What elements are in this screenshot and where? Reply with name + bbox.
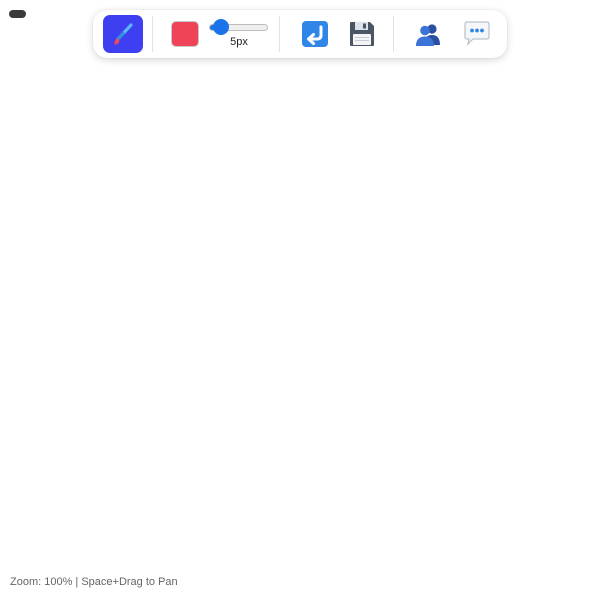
undo-button[interactable] [300,19,330,49]
users-button[interactable] [413,19,443,49]
toolbar-divider [152,16,153,52]
brush-icon [114,23,133,45]
brush-tool-button[interactable] [103,15,143,53]
users-icon [416,24,440,46]
speech-bubble-icon [464,21,490,46]
color-picker-swatch[interactable] [171,21,199,47]
toolbar: 5px [93,10,507,58]
drawing-canvas[interactable] [0,0,600,600]
undo-arrow-icon [302,21,328,47]
status-text: Zoom: 100% | Space+Drag to Pan [10,576,178,588]
save-button[interactable] [347,19,377,49]
toolbar-divider [279,16,280,52]
chat-button[interactable] [462,19,492,49]
brush-size-label: 5px [230,36,248,48]
floppy-disk-icon [350,22,374,46]
toolbar-divider [393,16,394,52]
menu-toggle-button[interactable] [9,10,26,18]
slider-thumb[interactable] [212,19,229,35]
